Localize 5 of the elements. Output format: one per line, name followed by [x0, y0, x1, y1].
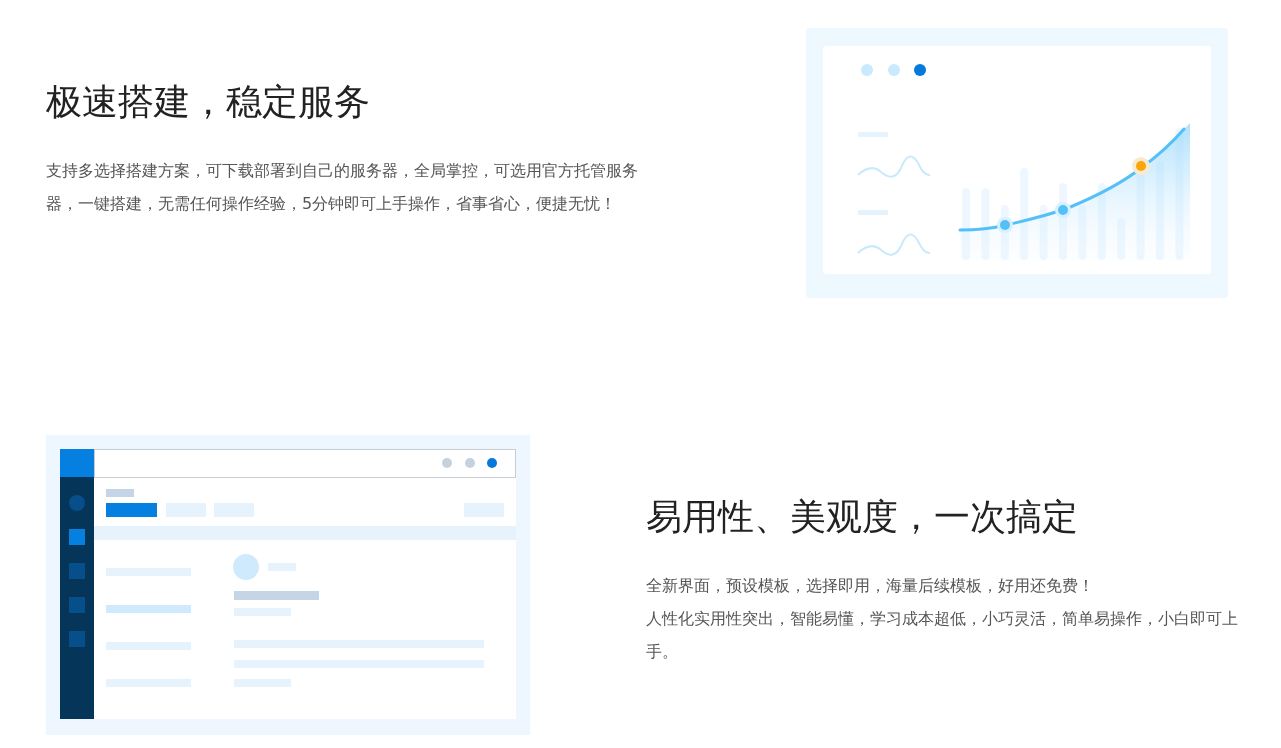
section-description: 全新界面，预设模板，选择即用，海量后续模板，好用还免费！ — [646, 575, 1095, 597]
section-description: 支持多选择搭建方案，可下载部署到自己的服务器，全局掌控，可选用官方托管服务器，一键搭建，无需任何操作经验，5分钟即可上手操作，省事省心，便捷无忧！ — [46, 160, 639, 215]
section-heading: 极速搭建，稳定服务 — [46, 80, 371, 124]
section-description: 人性化实用性突出，智能易懂，学习成本超低，小巧灵活，简单易操作，小白即可上手。 — [646, 608, 1239, 663]
section-heading: 易用性、美观度，一次搞定 — [646, 495, 1079, 539]
